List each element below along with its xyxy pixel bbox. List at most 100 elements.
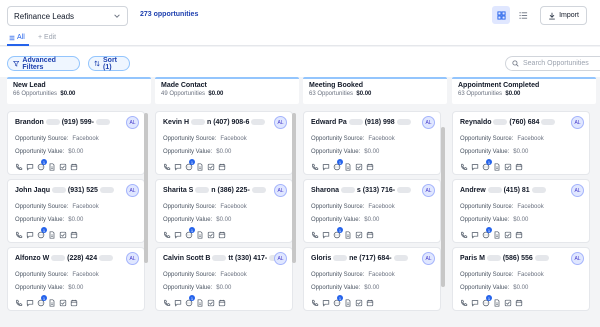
- column-scrollbar[interactable]: [144, 113, 148, 263]
- phone-icon[interactable]: [15, 163, 23, 171]
- message-icon[interactable]: 1: [333, 295, 343, 307]
- opportunity-card[interactable]: Kevin H n (407) 908-6 AL Opportunity Sour…: [155, 111, 293, 175]
- calendar-icon[interactable]: [515, 231, 523, 239]
- message-icon[interactable]: 1: [482, 159, 492, 171]
- avatar[interactable]: AL: [422, 252, 435, 265]
- tab-all[interactable]: All: [9, 34, 25, 41]
- column-scrollbar[interactable]: [292, 113, 296, 263]
- chat-icon[interactable]: [174, 299, 182, 307]
- document-icon[interactable]: [493, 163, 501, 171]
- calendar-icon[interactable]: [218, 299, 226, 307]
- checkbox-icon[interactable]: [355, 231, 363, 239]
- avatar[interactable]: AL: [274, 184, 287, 197]
- search-input[interactable]: Search Opportunities: [505, 56, 600, 71]
- checkbox-icon[interactable]: [59, 299, 67, 307]
- opportunity-card[interactable]: Andrew (415) 81 AL Opportunity Source: Fac…: [452, 179, 590, 243]
- document-icon[interactable]: [196, 299, 204, 307]
- phone-icon[interactable]: [311, 299, 319, 307]
- document-icon[interactable]: [344, 231, 352, 239]
- pipeline-select[interactable]: Refinance Leads: [7, 6, 128, 26]
- opportunity-card[interactable]: Alfonzo W (228) 424 AL Opportunity Source…: [7, 247, 145, 311]
- chat-icon[interactable]: [322, 163, 330, 171]
- phone-icon[interactable]: [460, 231, 468, 239]
- chat-icon[interactable]: [174, 163, 182, 171]
- import-button[interactable]: Import: [540, 6, 587, 25]
- chat-icon[interactable]: [471, 231, 479, 239]
- document-icon[interactable]: [48, 163, 56, 171]
- message-icon[interactable]: 1: [37, 159, 47, 171]
- document-icon[interactable]: [344, 163, 352, 171]
- contact-name[interactable]: Reynaldo (760) 684: [460, 119, 556, 126]
- checkbox-icon[interactable]: [504, 299, 512, 307]
- contact-name[interactable]: Andrew (415) 81: [460, 187, 546, 194]
- document-icon[interactable]: [344, 299, 352, 307]
- message-icon[interactable]: 1: [37, 295, 47, 307]
- column-scrollbar[interactable]: [441, 127, 445, 287]
- document-icon[interactable]: [48, 231, 56, 239]
- message-icon[interactable]: 1: [333, 159, 343, 171]
- phone-icon[interactable]: [163, 299, 171, 307]
- phone-icon[interactable]: [460, 299, 468, 307]
- chat-icon[interactable]: [322, 299, 330, 307]
- checkbox-icon[interactable]: [355, 299, 363, 307]
- message-icon[interactable]: 1: [482, 227, 492, 239]
- checkbox-icon[interactable]: [504, 163, 512, 171]
- phone-icon[interactable]: [460, 163, 468, 171]
- calendar-icon[interactable]: [515, 163, 523, 171]
- contact-name[interactable]: Calvin Scott B tt (330) 417-: [163, 255, 284, 262]
- contact-name[interactable]: Edward Pa (918) 998: [311, 119, 411, 126]
- opportunity-card[interactable]: Gloris ne (717) 684- AL Opportunity Sourc…: [303, 247, 441, 311]
- document-icon[interactable]: [493, 299, 501, 307]
- list-view-button[interactable]: [514, 6, 532, 24]
- checkbox-icon[interactable]: [504, 231, 512, 239]
- phone-icon[interactable]: [15, 299, 23, 307]
- avatar[interactable]: AL: [571, 116, 584, 129]
- opportunity-card[interactable]: Reynaldo (760) 684 AL Opportunity Source:…: [452, 111, 590, 175]
- chat-icon[interactable]: [26, 231, 34, 239]
- calendar-icon[interactable]: [515, 299, 523, 307]
- opportunity-card[interactable]: Sharona s (313) 716- AL Opportunity Sourc…: [303, 179, 441, 243]
- contact-name[interactable]: Alfonzo W (228) 424: [15, 255, 114, 262]
- chat-icon[interactable]: [174, 231, 182, 239]
- checkbox-icon[interactable]: [207, 163, 215, 171]
- calendar-icon[interactable]: [218, 231, 226, 239]
- opportunity-card[interactable]: Edward Pa (918) 998 AL Opportunity Source…: [303, 111, 441, 175]
- message-icon[interactable]: 1: [333, 227, 343, 239]
- chat-icon[interactable]: [26, 299, 34, 307]
- avatar[interactable]: AL: [126, 184, 139, 197]
- phone-icon[interactable]: [311, 231, 319, 239]
- opportunity-card[interactable]: Sharita S n (386) 225- AL Opportunity Sou…: [155, 179, 293, 243]
- phone-icon[interactable]: [15, 231, 23, 239]
- chat-icon[interactable]: [26, 163, 34, 171]
- contact-name[interactable]: Gloris ne (717) 684-: [311, 255, 408, 262]
- avatar[interactable]: AL: [126, 116, 139, 129]
- avatar[interactable]: AL: [274, 116, 287, 129]
- advanced-filters-button[interactable]: Advanced Filters: [7, 56, 80, 71]
- phone-icon[interactable]: [163, 163, 171, 171]
- chat-icon[interactable]: [471, 163, 479, 171]
- calendar-icon[interactable]: [70, 163, 78, 171]
- calendar-icon[interactable]: [366, 163, 374, 171]
- avatar[interactable]: AL: [126, 252, 139, 265]
- message-icon[interactable]: 1: [482, 295, 492, 307]
- avatar[interactable]: AL: [422, 116, 435, 129]
- opportunity-card[interactable]: Calvin Scott B tt (330) 417- AL Opportuni…: [155, 247, 293, 311]
- avatar[interactable]: AL: [274, 252, 287, 265]
- contact-name[interactable]: Sharita S n (386) 225-: [163, 187, 266, 194]
- document-icon[interactable]: [48, 299, 56, 307]
- checkbox-icon[interactable]: [355, 163, 363, 171]
- contact-name[interactable]: John Jaqu (931) 525: [15, 187, 114, 194]
- opportunity-card[interactable]: Brandon (919) 599- AL Opportunity Source:…: [7, 111, 145, 175]
- phone-icon[interactable]: [163, 231, 171, 239]
- message-icon[interactable]: 1: [185, 295, 195, 307]
- avatar[interactable]: AL: [571, 184, 584, 197]
- message-icon[interactable]: 1: [185, 159, 195, 171]
- checkbox-icon[interactable]: [59, 231, 67, 239]
- contact-name[interactable]: Sharona s (313) 716-: [311, 187, 412, 194]
- checkbox-icon[interactable]: [207, 231, 215, 239]
- sort-button[interactable]: Sort (1): [88, 56, 130, 71]
- message-icon[interactable]: 1: [185, 227, 195, 239]
- message-icon[interactable]: 1: [37, 227, 47, 239]
- tab-edit[interactable]: + Edit: [38, 34, 56, 41]
- contact-name[interactable]: Paris M (586) 556: [460, 255, 549, 262]
